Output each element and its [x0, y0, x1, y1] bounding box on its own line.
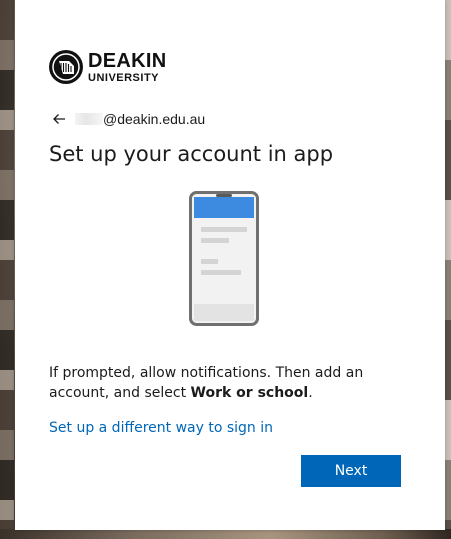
- phone-illustration-icon: [189, 191, 259, 326]
- brand-line2: UNIVERSITY: [88, 71, 160, 84]
- next-button[interactable]: Next: [301, 455, 401, 487]
- account-email: @deakin.edu.au: [103, 111, 206, 127]
- redacted-username: [75, 113, 103, 125]
- alternate-signin-link[interactable]: Set up a different way to sign in: [49, 420, 273, 436]
- deakin-logo: DEAKIN UNIVERSITY: [49, 50, 166, 84]
- instructions-emphasis: Work or school: [190, 385, 309, 401]
- background-left-edge: [0, 0, 14, 539]
- instructions-text: If prompted, allow notifications. Then a…: [49, 363, 379, 403]
- account-row: @deakin.edu.au: [51, 110, 205, 128]
- deakin-logo-icon: [49, 50, 83, 84]
- instructions-suffix: .: [308, 385, 313, 401]
- brand-line1: DEAKIN: [88, 49, 167, 72]
- background-bottom-edge: [0, 529, 451, 539]
- back-arrow-icon[interactable]: [51, 110, 69, 128]
- page-title: Set up your account in app: [49, 142, 334, 166]
- background-right-edge: [444, 0, 451, 539]
- signin-card: DEAKIN UNIVERSITY @deakin.edu.au Set up …: [15, 0, 445, 530]
- deakin-wordmark: DEAKIN UNIVERSITY: [88, 51, 166, 84]
